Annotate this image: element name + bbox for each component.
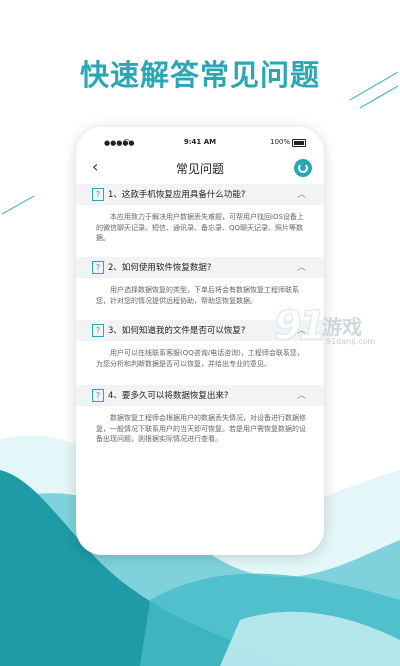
- faq-question: 4、要多久可以将数据恢复出来?: [108, 391, 229, 401]
- faq-question-row[interactable]: ? 2、如何使用软件恢复数据? ︿: [76, 257, 324, 278]
- faq-item-4: ? 4、要多久可以将数据恢复出来? ︿ 数据恢复工程师会根据用户的数据丢失情况，…: [76, 385, 324, 470]
- watermark-logo: 91 游戏 91danji.com: [274, 303, 400, 359]
- faq-question: 2、如何使用软件恢复数据?: [108, 263, 212, 273]
- nav-bar: ‹ 常见问题: [76, 155, 324, 183]
- watermark-brand: 游戏: [322, 315, 362, 339]
- question-icon: ?: [92, 261, 104, 274]
- faq-answer: 数据恢复工程师会根据用户的数据丢失情况，对设备进行数据修复，一般情况下联系用户的…: [96, 414, 306, 443]
- faq-question: 3、如何知道我的文件是否可以恢复?: [108, 326, 246, 336]
- faq-question-row[interactable]: ? 1、这款手机恢复应用具备什么功能? ︿: [76, 184, 324, 205]
- chevron-up-icon[interactable]: ︿: [297, 187, 306, 200]
- battery-percent: 100%: [269, 138, 290, 146]
- chevron-up-icon[interactable]: ︿: [297, 260, 306, 273]
- battery-icon: [292, 139, 306, 147]
- question-icon: ?: [92, 389, 104, 402]
- question-icon: ?: [92, 324, 104, 337]
- watermark-url: 91danji.com: [326, 337, 376, 346]
- nav-title: 常见问题: [175, 162, 224, 176]
- watermark-number: 91: [274, 303, 328, 350]
- chevron-up-icon[interactable]: ︿: [297, 388, 306, 401]
- faq-answer: 本应用致力于解决用户数据丢失难题，可帮用户找回iOS设备上的微信聊天记录、短信、…: [96, 213, 304, 242]
- faq-question-row[interactable]: ? 4、要多久可以将数据恢复出来? ︿: [76, 385, 324, 406]
- faq-question: 1、这款手机恢复应用具备什么功能?: [108, 190, 246, 200]
- question-icon: ?: [92, 188, 104, 201]
- page-headline: 快速解答常见问题: [79, 58, 320, 92]
- faq-item-1: ? 1、这款手机恢复应用具备什么功能? ︿ 本应用致力于解决用户数据丢失难题，可…: [76, 184, 324, 257]
- customer-service-icon[interactable]: [294, 159, 312, 177]
- status-bar: ●●●●● ◠ 9:41 AM 100%: [76, 137, 324, 153]
